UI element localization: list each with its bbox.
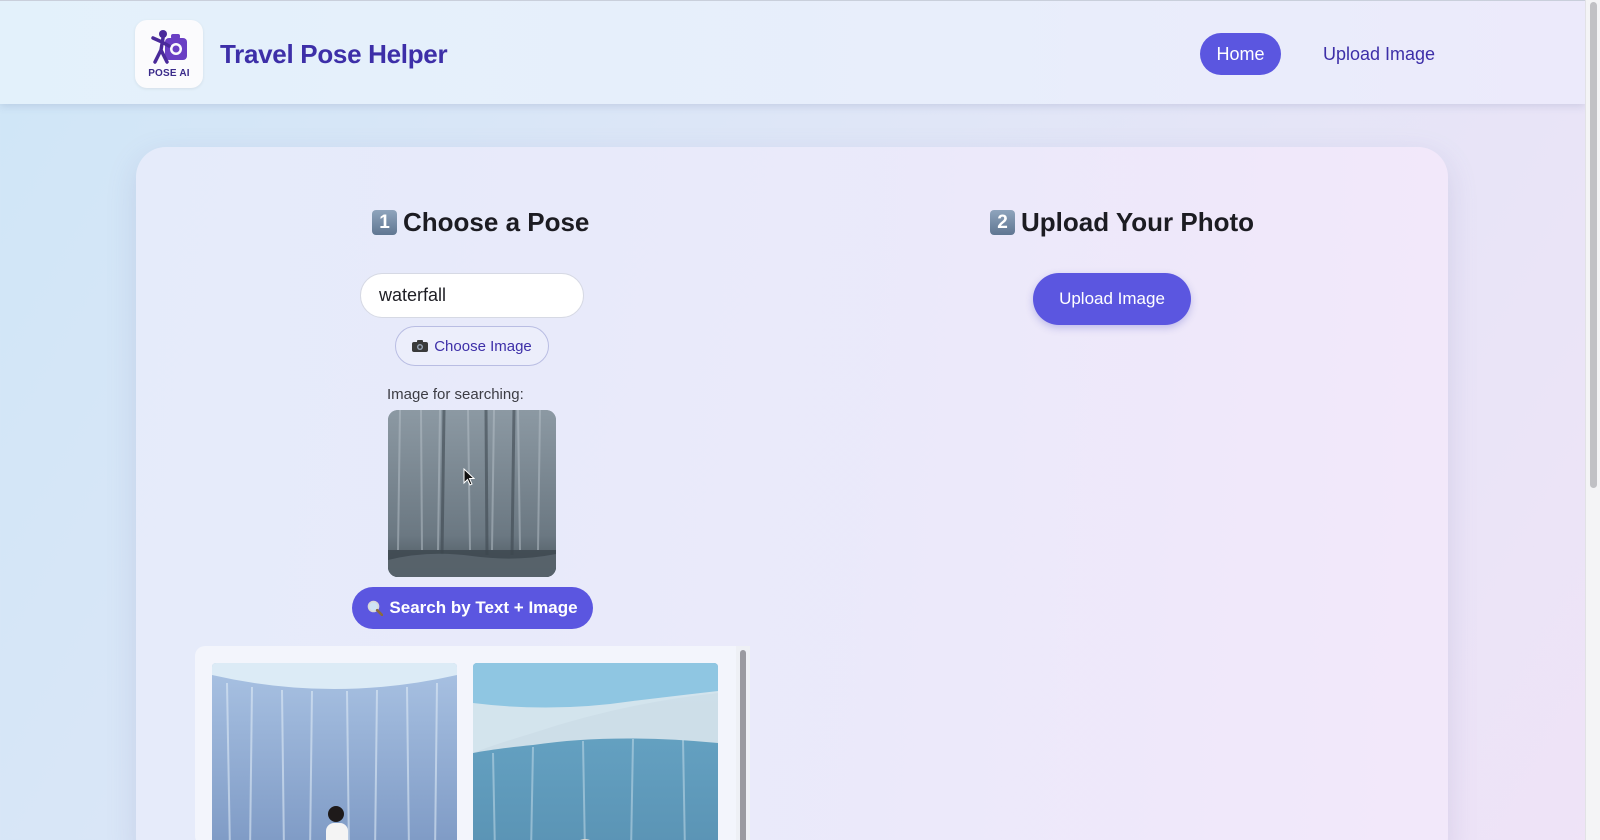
search-image-preview [388, 410, 556, 577]
choose-pose-heading: 1 Choose a Pose [372, 207, 589, 238]
camera-icon [412, 340, 429, 352]
search-text-image-button[interactable]: Search by Text + Image [352, 587, 593, 629]
search-button-label: Search by Text + Image [389, 598, 578, 617]
upload-photo-title: Upload Your Photo [1021, 207, 1255, 237]
page-scrollbar[interactable] [1585, 0, 1600, 840]
nav-upload-image-link[interactable]: Upload Image [1323, 44, 1435, 65]
choose-pose-title: Choose a Pose [403, 207, 590, 237]
pose-logo-icon [151, 30, 187, 64]
top-nav-bar: POSE AI Travel Pose Helper Home Upload I… [0, 0, 1585, 104]
mouse-cursor-icon [463, 468, 475, 486]
results-scrollbar[interactable] [736, 646, 750, 840]
results-scrollbar-thumb[interactable] [740, 650, 746, 840]
image-for-searching-label: Image for searching: [387, 386, 524, 403]
nav-home-button[interactable]: Home [1200, 33, 1281, 75]
logo-text: POSE AI [148, 68, 190, 79]
pose-results-panel[interactable] [195, 646, 750, 840]
app-logo[interactable]: POSE AI [135, 20, 203, 88]
choose-image-button[interactable]: Choose Image [395, 326, 549, 366]
page-scrollbar-thumb[interactable] [1590, 2, 1597, 488]
brand-title[interactable]: Travel Pose Helper [220, 39, 448, 70]
magnifier-icon [368, 600, 384, 616]
step-two-badge: 2 [990, 210, 1015, 235]
upload-image-button[interactable]: Upload Image [1033, 273, 1191, 325]
pose-result-image[interactable] [473, 663, 718, 840]
pose-search-input[interactable] [360, 273, 584, 318]
pose-result-image[interactable] [212, 663, 457, 840]
step-one-badge: 1 [372, 210, 397, 235]
choose-image-label: Choose Image [434, 337, 532, 355]
upload-photo-heading: 2 Upload Your Photo [990, 207, 1254, 238]
